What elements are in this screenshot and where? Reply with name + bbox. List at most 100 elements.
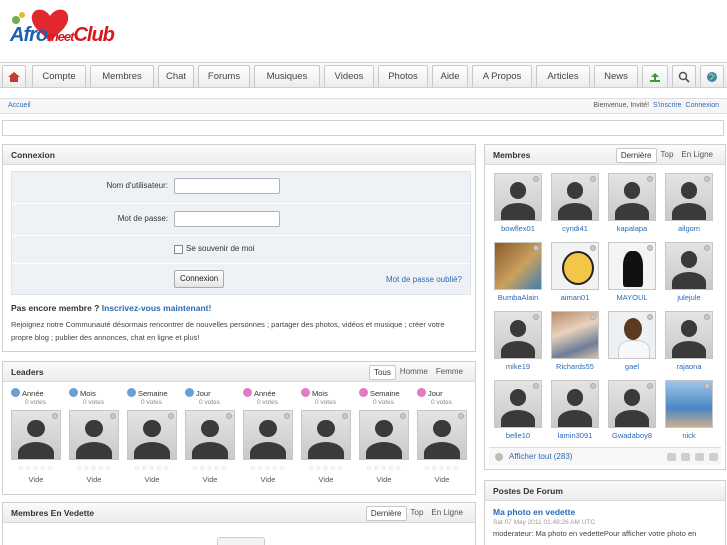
members-tab-enligne[interactable]: En Ligne [677,148,717,163]
member-card[interactable]: julejule [662,242,716,302]
member-card[interactable]: belle10 [491,380,545,440]
member-name[interactable]: bowflex01 [491,224,545,233]
member-avatar[interactable] [494,173,542,221]
member-name[interactable]: lamin3091 [548,431,602,440]
member-card[interactable]: lamin3091 [548,380,602,440]
nav-tab-chat[interactable]: Chat [158,65,194,87]
last-page-icon[interactable] [709,453,718,461]
next-page-icon[interactable] [695,453,704,461]
nav-tab-apropos[interactable]: A Propos [472,65,532,87]
leader-period-label: Semaine [138,389,168,398]
show-all-members-link[interactable]: Afficher tout (283) [509,448,572,466]
breadcrumb-home[interactable]: Accueil [8,99,31,113]
member-avatar[interactable] [494,242,542,290]
member-avatar[interactable] [608,173,656,221]
leader-avatar[interactable] [417,410,467,460]
member-avatar[interactable] [665,380,713,428]
member-name[interactable]: belle10 [491,431,545,440]
member-avatar[interactable] [608,242,656,290]
play-icon[interactable] [495,453,503,461]
leader-avatar[interactable] [69,410,119,460]
featured-tab-enligne[interactable]: En Ligne [427,506,467,521]
member-card[interactable]: rajaona [662,311,716,371]
member-name[interactable]: BumbaAlain [491,293,545,302]
member-card[interactable]: BumbaAlain [491,242,545,302]
member-name[interactable]: nick [662,431,716,440]
members-title: Membres [493,150,531,160]
nav-tab-news[interactable]: News [594,65,638,87]
site-logo[interactable]: AfromeetClub [6,6,126,54]
leaders-tab-tous[interactable]: Tous [368,365,396,380]
member-name[interactable]: julejule [662,293,716,302]
nav-home[interactable] [2,65,26,87]
login-link[interactable]: Connexion [686,102,719,109]
leaders-tab-femme[interactable]: Femme [432,365,467,380]
member-avatar[interactable] [608,380,656,428]
nav-upload[interactable] [642,65,668,87]
username-input[interactable] [174,178,280,194]
member-avatar[interactable] [551,173,599,221]
member-avatar[interactable] [665,173,713,221]
prev-page-icon[interactable] [681,453,690,461]
member-avatar[interactable] [551,380,599,428]
member-avatar[interactable] [665,311,713,359]
featured-tab-top[interactable]: Top [407,506,428,521]
featured-item-thumb[interactable] [217,537,265,545]
member-name[interactable]: Richards55 [548,362,602,371]
members-tab-top[interactable]: Top [657,148,678,163]
remember-me-checkbox[interactable] [174,245,183,254]
member-avatar[interactable] [608,311,656,359]
nav-tab-videos[interactable]: Videos [324,65,374,87]
member-name[interactable]: mike19 [491,362,545,371]
member-name[interactable]: rajaona [662,362,716,371]
leader-avatar[interactable] [359,410,409,460]
member-name[interactable]: gael [605,362,659,371]
login-submit-button[interactable]: Connexion [174,270,225,288]
first-page-icon[interactable] [667,453,676,461]
member-card[interactable]: kapalapa [605,173,659,233]
forgot-password-link[interactable]: Mot de passe oublié? [386,275,462,284]
signup-link[interactable]: S'inscrire [653,102,682,109]
leaders-tab-homme[interactable]: Homme [396,365,432,380]
leader-avatar[interactable] [185,410,235,460]
member-avatar[interactable] [551,242,599,290]
forum-post-title[interactable]: Ma photo en vedette [493,507,575,517]
member-card[interactable]: cyndi41 [548,173,602,233]
member-card[interactable]: bowflex01 [491,173,545,233]
member-card[interactable]: Richards55 [548,311,602,371]
member-avatar[interactable] [494,380,542,428]
member-name[interactable]: MAYOUL [605,293,659,302]
nav-tab-photos[interactable]: Photos [378,65,428,87]
password-input[interactable] [174,211,280,227]
leader-avatar[interactable] [127,410,177,460]
member-name[interactable]: ailgom [662,224,716,233]
member-card[interactable]: MAYOUL [605,242,659,302]
featured-tab-derniere[interactable]: Dernière [365,506,407,521]
nav-tab-forums[interactable]: Forums [198,65,250,87]
member-avatar[interactable] [551,311,599,359]
member-avatar[interactable] [665,242,713,290]
member-name[interactable]: kapalapa [605,224,659,233]
leader-avatar[interactable] [243,410,293,460]
leader-avatar[interactable] [301,410,351,460]
member-card[interactable]: gael [605,311,659,371]
register-now-link[interactable]: Inscrivez-vous maintenant! [102,303,212,313]
leader-avatar[interactable] [11,410,61,460]
member-name[interactable]: cyndi41 [548,224,602,233]
member-name[interactable]: Gwadaboy8 [605,431,659,440]
nav-search[interactable] [672,65,696,87]
members-tab-derniere[interactable]: Dernière [615,148,657,163]
nav-tab-musiques[interactable]: Musiques [254,65,320,87]
nav-tab-compte[interactable]: Compte [32,65,86,87]
member-card[interactable]: mike19 [491,311,545,371]
nav-tab-aide[interactable]: Aide [432,65,468,87]
member-card[interactable]: nick [662,380,716,440]
member-card[interactable]: ailgom [662,173,716,233]
nav-language[interactable] [700,65,724,87]
nav-tab-membres[interactable]: Membres [90,65,154,87]
nav-tab-articles[interactable]: Articles [536,65,590,87]
member-card[interactable]: aiman01 [548,242,602,302]
member-card[interactable]: Gwadaboy8 [605,380,659,440]
member-avatar[interactable] [494,311,542,359]
member-name[interactable]: aiman01 [548,293,602,302]
